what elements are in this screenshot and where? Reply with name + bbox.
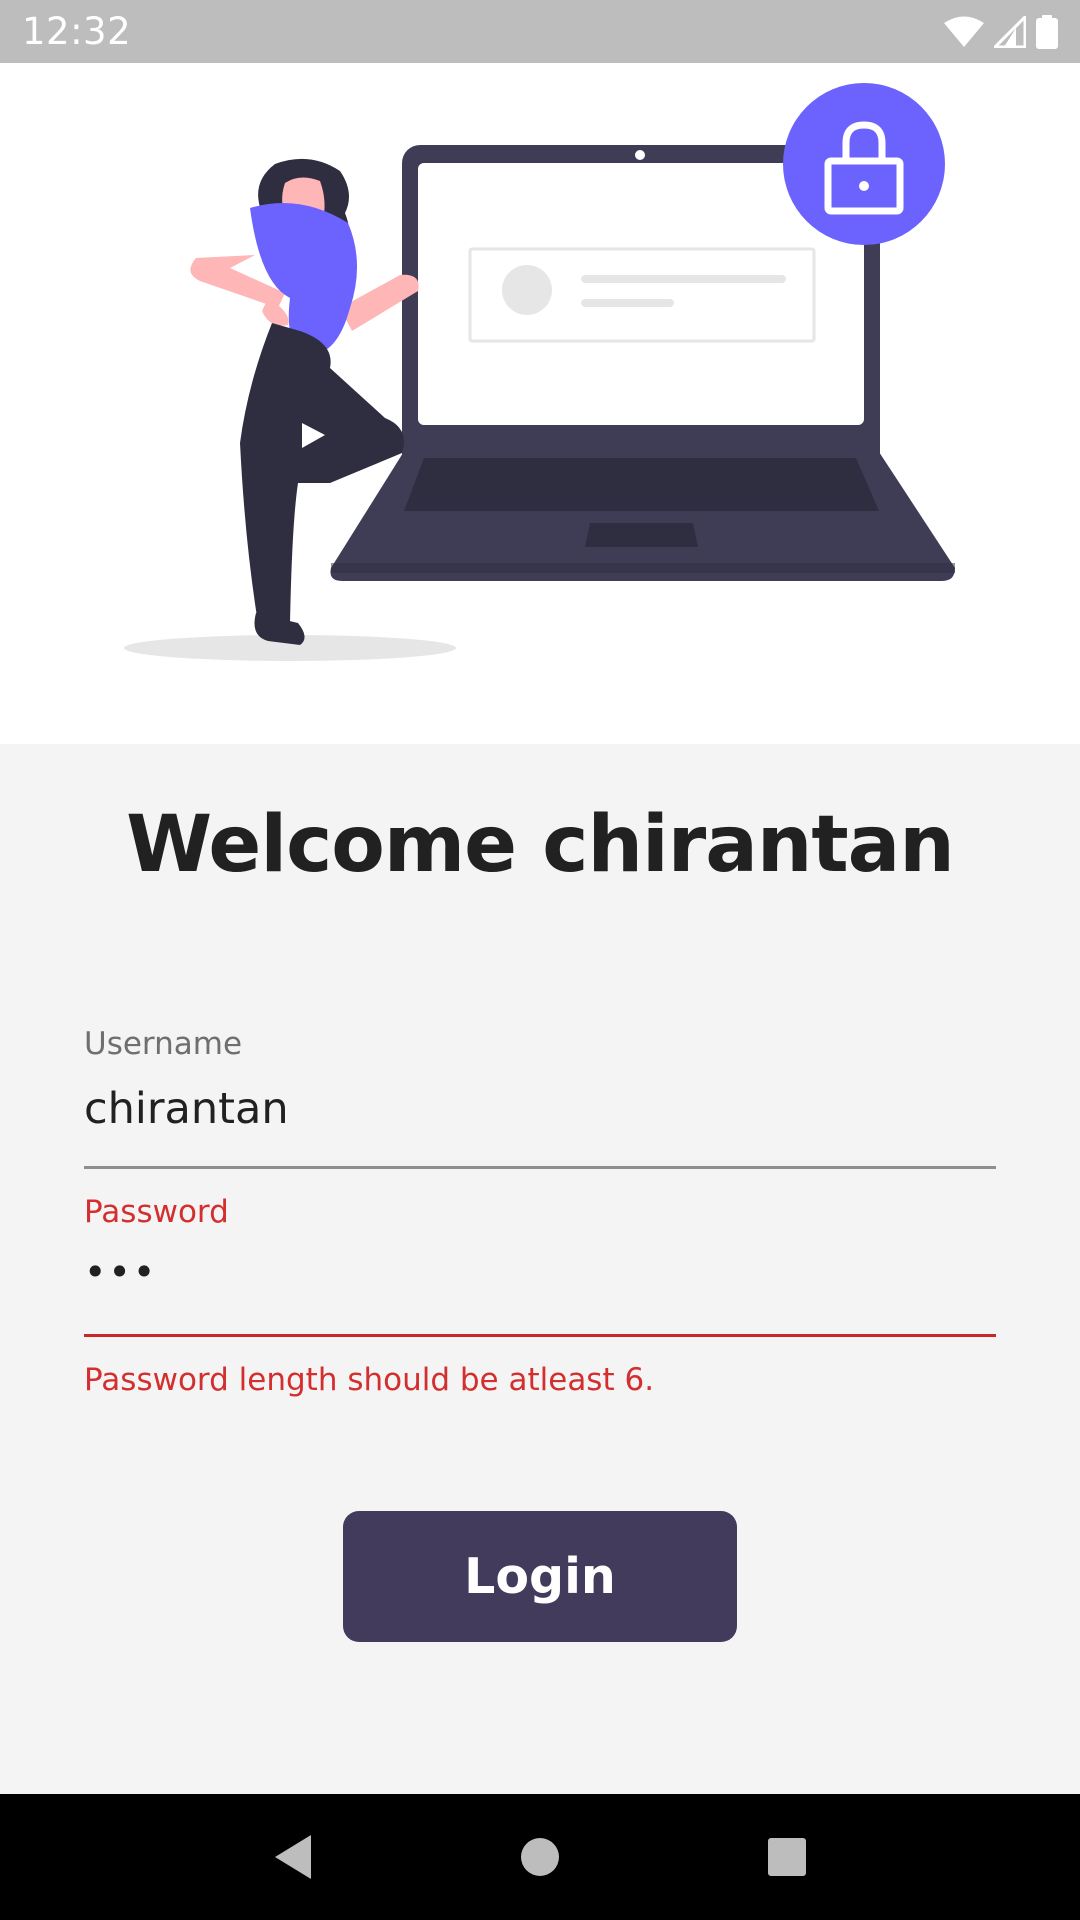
status-time: 12:32 [22, 10, 132, 53]
login-button[interactable]: Login [343, 1511, 737, 1642]
username-label: Username [84, 1026, 243, 1062]
password-label: Password [84, 1194, 229, 1230]
lock-icon [783, 83, 945, 245]
home-icon [520, 1838, 559, 1876]
recents-icon [767, 1838, 806, 1876]
signal-icon [994, 15, 1026, 48]
password-input[interactable]: ••• [84, 1252, 996, 1292]
username-input[interactable]: chirantan [84, 1084, 996, 1134]
wifi-icon [944, 16, 984, 48]
back-button[interactable] [263, 1827, 323, 1887]
password-underline [84, 1334, 996, 1337]
username-underline [84, 1166, 996, 1169]
home-button[interactable] [510, 1827, 570, 1887]
status-bar: 12:32 [0, 0, 1080, 63]
hero-illustration [0, 63, 1080, 744]
password-error-text: Password length should be atleast 6. [84, 1362, 655, 1398]
battery-icon [1036, 14, 1058, 49]
status-icons [944, 14, 1058, 49]
login-screen: 12:32 Welcome chirantan Username chirant… [0, 0, 1080, 1920]
recents-button[interactable] [757, 1827, 817, 1887]
welcome-title: Welcome chirantan [126, 800, 955, 890]
username-field[interactable]: Username chirantan [84, 1026, 996, 1169]
password-field[interactable]: Password ••• [84, 1194, 996, 1337]
back-icon [275, 1835, 312, 1879]
navigation-bar [0, 1794, 1080, 1920]
